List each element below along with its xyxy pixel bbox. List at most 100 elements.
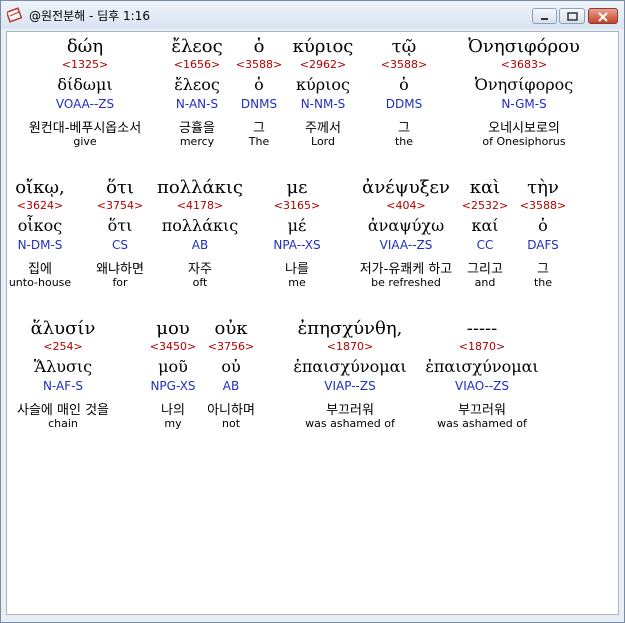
english-gloss: mercy [179, 135, 215, 148]
lexical-form: Ὀνησίφορος [474, 75, 574, 94]
english-gloss: the [394, 135, 414, 148]
strong-number: <3683> [500, 58, 548, 71]
lexical-form: ὁ [254, 75, 264, 94]
analysis-pane[interactable]: δώη <1325> δίδωμι VOAA--ZS 원컨대-베푸시옵소서 give ἔλε… [6, 31, 619, 615]
korean-gloss: 긍휼을 [179, 121, 215, 136]
lexical-form: ἔλεος [174, 75, 220, 94]
lexical-form: οἶκος [17, 216, 63, 235]
lexical-form: οὐ [221, 357, 241, 376]
greek-word: δώη [66, 36, 104, 57]
word-column[interactable]: ----- <1870> ἐπαισχύνομαι VIAO--ZS 부끄러워 was a… [425, 314, 538, 444]
korean-gloss: 원컨대-베푸시옵소서 [28, 121, 142, 136]
word-column[interactable]: οὐκ <3756> οὐ AB 아니하며 not [207, 314, 255, 444]
korean-gloss: 사슬에 매인 것을 [17, 403, 109, 418]
greek-word: ἀνέψυξεν [362, 177, 450, 198]
lexical-form: ἀναψύχω [367, 216, 445, 235]
word-column[interactable]: ἔλεος <1656> ἔλεος N-AN-S 긍휼을 mercy [171, 32, 222, 162]
korean-gloss: 부끄러워 [458, 403, 506, 418]
greek-word: τῷ [391, 36, 417, 57]
word-column[interactable]: ἐπησχύνθη, <1870> ἐπαισχύνομαι VIAP--ZS 부끄러워… [293, 314, 406, 444]
strong-number: <3165> [273, 199, 321, 212]
english-gloss: not [221, 417, 241, 430]
korean-gloss: 왜냐하면 [96, 262, 144, 277]
word-column[interactable]: ἅλυσίν <254> Ἅλυσις N-AF-S 사슬에 매인 것을 chain [17, 314, 109, 444]
close-button[interactable] [588, 8, 618, 24]
korean-gloss: 자주 [188, 262, 212, 277]
english-gloss: unto-house [8, 276, 72, 289]
parsing-code: DAFS [527, 238, 559, 252]
strong-number: <3756> [207, 340, 255, 353]
strong-number: <1870> [326, 340, 374, 353]
word-column[interactable]: ὁ <3588> ὁ DNMS 그 The [236, 32, 282, 162]
strong-number: <1325> [61, 58, 109, 71]
greek-word: τὴν [527, 177, 559, 198]
english-gloss: for [112, 276, 128, 289]
maximize-icon [567, 12, 578, 21]
lexical-form: ὅτι [107, 216, 133, 235]
close-icon [598, 12, 608, 22]
bible-app-icon [7, 7, 23, 23]
lexical-form: μέ [287, 216, 307, 235]
word-column[interactable]: τὴν <3588> ὁ DAFS 그 the [520, 173, 566, 303]
word-column[interactable]: καὶ <2532> καί CC 그리고 and [462, 173, 508, 303]
strong-number: <2962> [299, 58, 347, 71]
app-window: @원전분해 - 딤후 1:16 δώη <1325> δίδωμι VOAA--ZS 원… [0, 0, 625, 623]
parsing-code: DDMS [385, 97, 423, 111]
lexical-form: καί [471, 216, 499, 235]
korean-gloss: 그 [398, 121, 410, 136]
greek-word: με [286, 177, 308, 198]
english-gloss: The [248, 135, 270, 148]
word-column[interactable]: ἀνέψυξεν <404> ἀναψύχω VIAA--ZS 저가-유쾌케 하고 be … [360, 173, 453, 303]
english-gloss: give [73, 135, 97, 148]
korean-gloss: 오네시보로의 [488, 121, 560, 136]
english-gloss: Lord [311, 135, 335, 148]
english-gloss: and [474, 276, 496, 289]
word-column[interactable]: οἴκῳ, <3624> οἶκος N-DM-S 집에 unto-house [9, 173, 71, 303]
word-column[interactable]: Ὀνησιφόρου <3683> Ὀνησίφορος N-GM-S 오네시보로의 of… [468, 32, 580, 162]
minimize-button[interactable] [532, 8, 557, 24]
english-gloss: of Onesiphorus [482, 135, 566, 148]
korean-gloss: 집에 [28, 262, 52, 277]
strong-number: <4178> [176, 199, 224, 212]
greek-word: πολλάκις [156, 177, 244, 198]
greek-word: ὁ [253, 36, 265, 57]
word-column[interactable]: τῷ <3588> ὁ DDMS 그 the [381, 32, 427, 162]
greek-word: μου [156, 318, 190, 339]
korean-gloss: 부끄러워 [326, 403, 374, 418]
strong-number: <3588> [519, 199, 567, 212]
window-title: @원전분해 - 딤후 1:16 [29, 9, 150, 23]
english-gloss: was ashamed of [305, 417, 395, 430]
greek-word: οὐκ [214, 318, 248, 339]
word-column[interactable]: με <3165> μέ NPA--XS 나를 me [273, 173, 320, 303]
word-column[interactable]: μου <3450> μοῦ NPG-XS 나의 my [150, 314, 196, 444]
greek-word: ἔλεος [171, 36, 223, 57]
parsing-code: VOAA--ZS [55, 97, 115, 111]
greek-word: Ὀνησιφόρου [468, 36, 580, 57]
lexical-form: κύριος [296, 75, 350, 94]
strong-number: <3754> [96, 199, 144, 212]
parsing-code: N-DM-S [17, 238, 63, 252]
word-column[interactable]: κύριος <2962> κύριος N-NM-S 주께서 Lord [293, 32, 354, 162]
word-column[interactable]: πολλάκις <4178> πολλάκις AB 자주 oft [157, 173, 243, 303]
greek-word: ----- [466, 318, 498, 339]
lexical-form: ὁ [399, 75, 409, 94]
korean-gloss: 주께서 [305, 121, 341, 136]
english-gloss: was ashamed of [437, 417, 527, 430]
strong-number: <1870> [458, 340, 506, 353]
english-gloss: chain [48, 417, 78, 430]
lexical-form: Ἅλυσις [33, 357, 93, 376]
parsing-code: N-AF-S [42, 379, 84, 393]
word-column[interactable]: ὅτι <3754> ὅτι CS 왜냐하면 for [96, 173, 144, 303]
greek-word: ἐπησχύνθη, [297, 318, 403, 339]
parsing-code: VIAP--ZS [324, 379, 376, 393]
word-column[interactable]: δώη <1325> δίδωμι VOAA--ZS 원컨대-베푸시옵소서 give [29, 32, 141, 162]
strong-number: <3588> [380, 58, 428, 71]
korean-gloss: 나를 [285, 262, 309, 277]
parsing-code: CC [476, 238, 494, 252]
korean-gloss: 그 [537, 262, 549, 277]
title-bar[interactable]: @원전분해 - 딤후 1:16 [1, 1, 624, 29]
lexical-form: ἐπαισχύνομαι [425, 357, 539, 376]
parsing-code: N-AN-S [175, 97, 219, 111]
parsing-code: AB [191, 238, 209, 252]
maximize-button[interactable] [559, 8, 585, 24]
